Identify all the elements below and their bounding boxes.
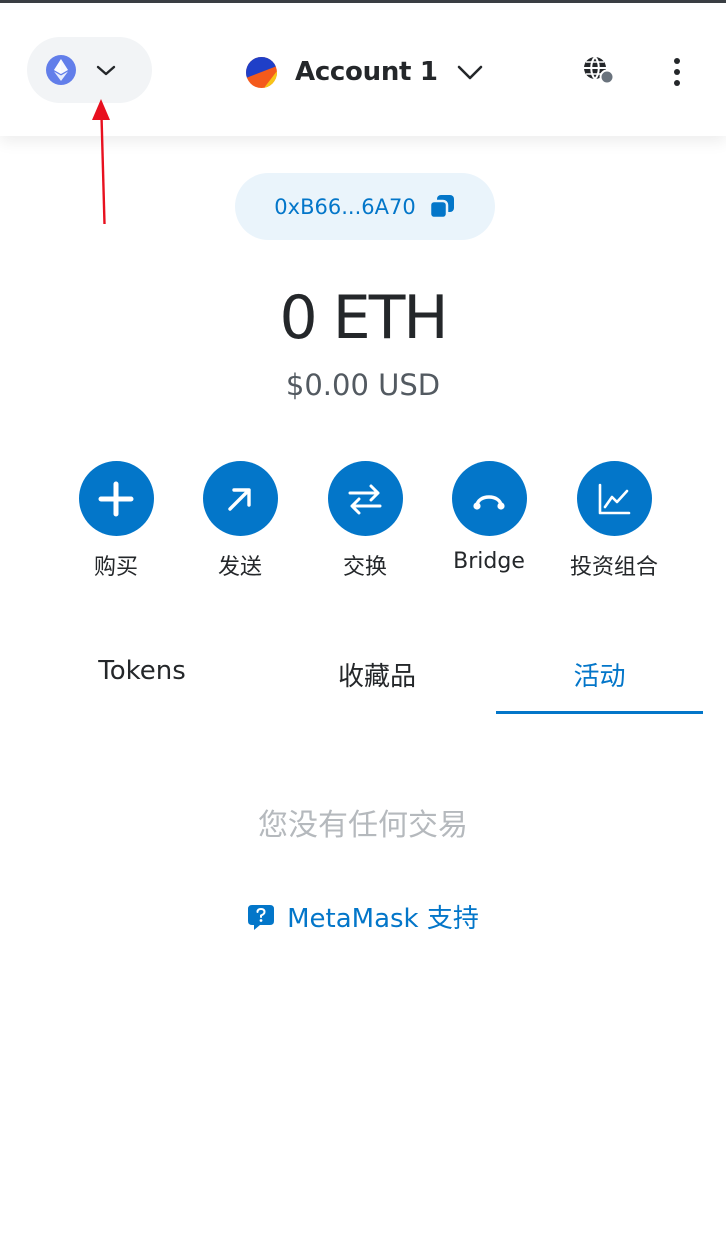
support-link-label: MetaMask 支持 [287, 904, 479, 934]
account-name: Account 1 [295, 57, 438, 87]
fiat-balance: $0.00 USD [285, 368, 441, 402]
token-balance: 0 ETH [279, 283, 449, 353]
account-picker-button[interactable]: Account 1 [246, 49, 484, 95]
bridge-icon [451, 461, 527, 536]
empty-activity-message: 您没有任何交易 [258, 808, 468, 843]
account-address: 0xB66...6A70 [274, 194, 416, 219]
swap-arrows-icon [327, 461, 403, 536]
portfolio-button[interactable]: 投资组合 [554, 461, 674, 581]
bridge-button[interactable]: Bridge [429, 461, 549, 574]
chevron-down-icon [457, 65, 483, 80]
ethereum-icon [46, 55, 76, 85]
buy-button[interactable]: 购买 [56, 461, 176, 581]
tab-tokens-label: Tokens [98, 656, 186, 686]
globe-icon [584, 56, 615, 85]
account-options-menu-button[interactable] [663, 55, 691, 89]
chevron-down-icon [96, 65, 116, 76]
swap-label: 交换 [342, 555, 387, 580]
send-label: 发送 [217, 555, 262, 580]
annotation-arrow-icon [92, 99, 110, 225]
tab-activity[interactable]: 活动 [496, 644, 703, 714]
send-button[interactable]: 发送 [180, 461, 300, 581]
tab-collectibles-label: 收藏品 [337, 662, 416, 692]
portfolio-label: 投资组合 [569, 555, 658, 580]
tab-collectibles[interactable]: 收藏品 [258, 644, 496, 714]
tab-activity-label: 活动 [573, 662, 626, 692]
question-chat-icon [248, 904, 275, 930]
plus-icon [78, 461, 154, 536]
bridge-label: Bridge [453, 549, 525, 574]
account-avatar [246, 56, 277, 88]
connected-sites-button[interactable] [578, 53, 616, 87]
copy-address-button[interactable]: 0xB66...6A70 [235, 173, 495, 240]
arrow-up-right-icon [202, 461, 278, 536]
network-picker-button[interactable] [27, 37, 152, 103]
asset-tabs: Tokens 收藏品 活动 [26, 644, 704, 714]
chart-icon [576, 461, 652, 536]
copy-icon [428, 194, 454, 219]
kebab-menu-icon [674, 58, 680, 86]
metamask-support-link[interactable]: MetaMask 支持 [0, 898, 726, 935]
buy-label: 购买 [93, 555, 138, 580]
tab-tokens[interactable]: Tokens [26, 644, 258, 714]
swap-button[interactable]: 交换 [305, 461, 425, 581]
